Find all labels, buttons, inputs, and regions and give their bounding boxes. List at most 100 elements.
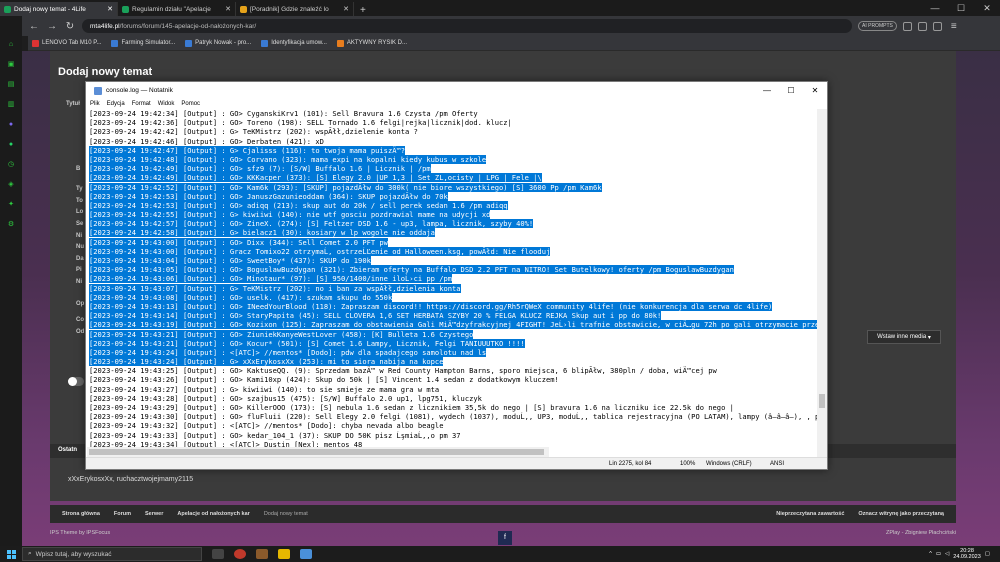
tab-label: Dodaj nowy temat - 4Life	[14, 5, 86, 13]
browser-tab-1[interactable]: Regulamin działu "Apelacje ✕	[118, 2, 236, 16]
log-line-text: [2023-09-24 19:43:05] [Output] : GO> Bog…	[89, 265, 734, 275]
task-view-icon[interactable]	[212, 549, 224, 559]
log-line-text: [2023-09-24 19:42:49] [Output] : GO> sfz…	[89, 164, 431, 174]
chat-icon[interactable]: ▥	[6, 100, 16, 110]
log-line-text: [2023-09-24 19:43:06] [Output] : GO> Min…	[89, 274, 453, 284]
screenshot-icon[interactable]	[902, 21, 912, 31]
opera-gx-icon[interactable]	[234, 549, 246, 559]
bookmark-item[interactable]: LENOVO Tab M10 P...	[32, 39, 101, 47]
messenger-icon[interactable]: ●	[6, 120, 16, 130]
menu-item-file[interactable]: Plik	[90, 101, 100, 107]
log-line: [2023-09-24 19:43:21] [Output] : GO> Koc…	[87, 338, 818, 348]
history-icon[interactable]: ◷	[6, 160, 16, 170]
log-line-text: [2023-09-24 19:43:13] [Output] : GO> INe…	[89, 301, 773, 311]
toggle-switch[interactable]	[68, 377, 84, 386]
notepad-statusbar: Lin 2275, kol 84 100% Windows (CRLF) ANS…	[86, 457, 827, 469]
log-line: [2023-09-24 19:43:19] [Output] : GO> Koz…	[87, 320, 818, 330]
bookmark-label: AKTYWNY RYSIK D...	[346, 40, 408, 46]
log-line-text: [2023-09-24 19:43:26] [Output] : GO> Kam…	[89, 375, 559, 385]
minimize-icon[interactable]: —	[922, 0, 948, 16]
menu-item-edit[interactable]: Edycja	[107, 101, 125, 107]
side-label: B	[76, 166, 81, 172]
bookmark-favicon-icon	[261, 39, 269, 47]
network-icon[interactable]: ▭	[936, 551, 941, 557]
bookmark-item[interactable]: Patryk Nowak - pro...	[185, 39, 251, 47]
log-line: [2023-09-24 19:43:05] [Output] : GO> Bog…	[87, 265, 818, 275]
back-icon[interactable]: ←	[28, 21, 40, 32]
vertical-scrollbar[interactable]	[817, 109, 827, 458]
browser-tab-2[interactable]: [Poradnik] Gdzie znaleźć lo ✕	[236, 2, 354, 16]
bookmark-favicon-icon	[32, 39, 39, 47]
close-tab-icon[interactable]: ✕	[107, 5, 113, 13]
url-bar[interactable]: mta4life.pl/forums/forum/145-apelacje-od…	[82, 19, 852, 33]
reload-icon[interactable]: ↻	[64, 21, 76, 32]
close-tab-icon[interactable]: ✕	[225, 5, 231, 13]
twitch-icon[interactable]: ▤	[6, 80, 16, 90]
side-label: Pi	[76, 267, 82, 273]
horizontal-scrollbar[interactable]	[87, 447, 549, 457]
log-line: [2023-09-24 19:43:06] [Output] : GO> Min…	[87, 274, 818, 284]
taskbar-search[interactable]: ⌕ Wpisz tutaj, aby wyszukać	[22, 547, 202, 561]
menu-icon[interactable]: ≡	[948, 21, 960, 32]
log-line: [2023-09-24 19:43:21] [Output] : GO> Ziu…	[87, 329, 818, 339]
close-window-icon[interactable]: ✕	[974, 0, 1000, 16]
cube-icon[interactable]: ◈	[6, 180, 16, 190]
scrollbar-thumb[interactable]	[89, 449, 544, 455]
scrollbar-thumb[interactable]	[819, 394, 825, 408]
extensions-sidebar-icon[interactable]: ✦	[6, 200, 16, 210]
settings-icon[interactable]: ⚙	[6, 220, 16, 230]
log-line-text: [2023-09-24 19:42:48] [Output] : GO> Cor…	[89, 154, 487, 164]
new-tab-icon[interactable]: +	[354, 5, 372, 16]
whatsapp-icon[interactable]: ●	[6, 140, 16, 150]
log-line: [2023-09-24 19:43:29] [Output] : GO> Kil…	[87, 403, 818, 412]
volume-icon[interactable]: ◁	[945, 551, 949, 557]
vpn-badge[interactable]: AI PROMPTS	[858, 21, 897, 31]
log-line-text: [2023-09-24 19:43:19] [Output] : GO> Koz…	[89, 320, 818, 330]
notepad-taskbar-icon[interactable]	[300, 549, 312, 559]
bookmark-label: Identyfikacja umow...	[271, 40, 327, 46]
home-icon[interactable]: ⌂	[6, 40, 16, 50]
clock[interactable]: 20:28 24.09.2023	[953, 548, 981, 560]
notepad-text-area[interactable]: [2023-09-24 19:42:34] [Output] : GO> Cyg…	[87, 109, 818, 458]
mark-read-link[interactable]: Oznacz witrynę jako przeczytaną	[858, 511, 944, 517]
bookmark-favicon-icon	[111, 39, 119, 47]
footer-link[interactable]: Dodaj nowy temat	[264, 511, 308, 517]
menu-item-format[interactable]: Format	[132, 101, 151, 107]
insert-media-button[interactable]: Wstaw inne media ▾	[867, 330, 941, 344]
footer-link[interactable]: Strona główna	[62, 511, 100, 517]
log-line-text: [2023-09-24 19:42:49] [Output] : GO> KKK…	[89, 173, 542, 183]
bag-icon[interactable]: ▣	[6, 60, 16, 70]
browser-tab-0[interactable]: Dodaj nowy temat - 4Life ✕	[0, 2, 118, 16]
bookmark-item[interactable]: Identyfikacja umow...	[261, 39, 327, 47]
log-line-text: [2023-09-24 19:42:58] [Output] : G> biel…	[89, 228, 435, 238]
minimize-icon[interactable]: —	[755, 86, 779, 95]
bookmark-icon[interactable]	[917, 21, 927, 31]
footer-link[interactable]: Apelacje od nałożonych kar	[177, 511, 249, 517]
system-tray: ^ ▭ ◁ 20:28 24.09.2023 ▢	[929, 548, 1000, 560]
theme-credit[interactable]: IPS Theme by IPSFocus	[50, 530, 110, 536]
bookmark-item[interactable]: Farming Simulator...	[111, 39, 175, 47]
maximize-icon[interactable]: ☐	[948, 0, 974, 16]
tray-chevron-icon[interactable]: ^	[929, 551, 932, 557]
game-app-icon[interactable]	[256, 549, 268, 559]
windows-start-icon[interactable]	[0, 546, 22, 562]
tab-label: Regulamin działu "Apelacje	[132, 5, 211, 13]
maximize-icon[interactable]: ☐	[779, 86, 803, 95]
log-line: [2023-09-24 19:43:33] [Output] : GO> ked…	[87, 431, 818, 440]
footer-link[interactable]: Forum	[114, 511, 131, 517]
facebook-icon[interactable]: f	[498, 531, 512, 545]
close-icon[interactable]: ✕	[803, 86, 827, 95]
tab-label: [Poradnik] Gdzie znaleźć lo	[250, 5, 329, 13]
notifications-icon[interactable]: ▢	[985, 551, 990, 557]
log-line-text: [2023-09-24 19:42:47] [Output] : G> Cjal…	[89, 145, 406, 155]
file-explorer-icon[interactable]	[278, 549, 290, 559]
forward-icon[interactable]: →	[46, 21, 58, 32]
menu-item-view[interactable]: Widok	[158, 101, 175, 107]
footer-link[interactable]: Serwer	[145, 511, 163, 517]
menu-item-help[interactable]: Pomoc	[181, 101, 200, 107]
log-line: [2023-09-24 19:43:07] [Output] : G> TeKM…	[87, 283, 818, 293]
close-tab-icon[interactable]: ✕	[343, 5, 349, 13]
unread-content-link[interactable]: Nieprzeczytana zawartość	[776, 511, 844, 517]
extensions-icon[interactable]	[932, 21, 942, 31]
bookmark-item[interactable]: AKTYWNY RYSIK D...	[336, 39, 408, 47]
